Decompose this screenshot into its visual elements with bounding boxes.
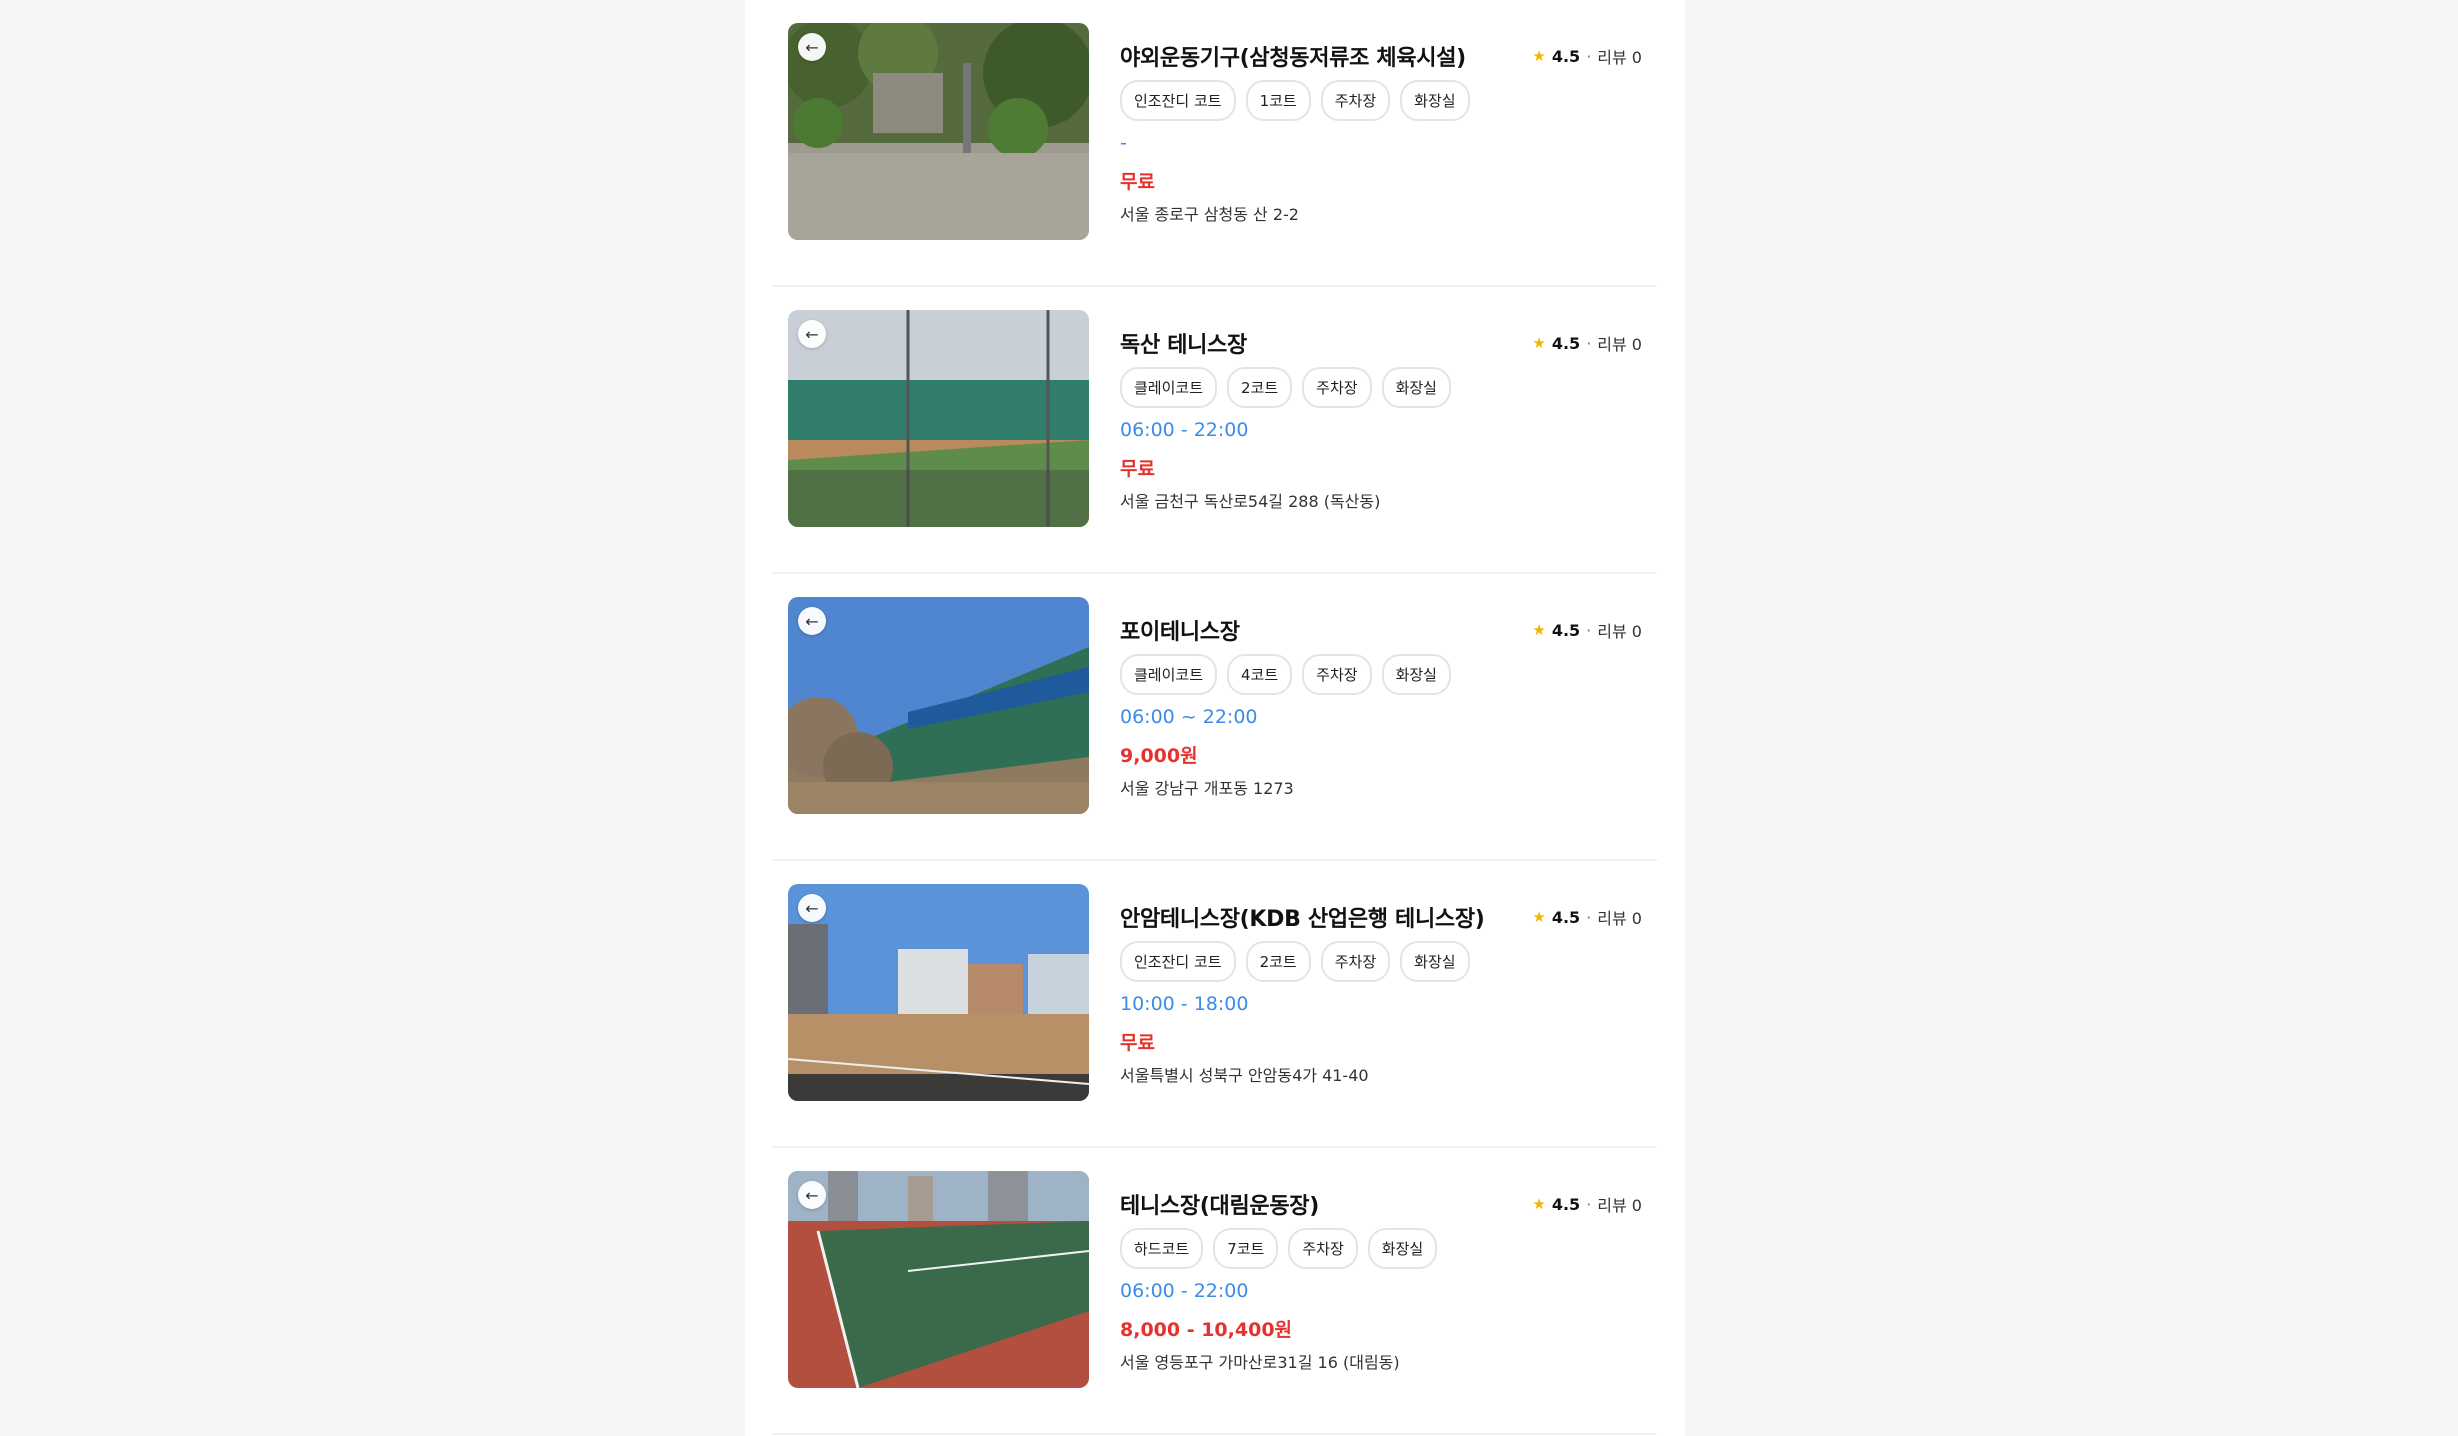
court-photo-park (788, 23, 1089, 240)
tag-court-count: 7코트 (1213, 1228, 1279, 1269)
tag-restroom: 화장실 (1381, 654, 1451, 695)
tag-surface: 클레이코트 (1120, 654, 1218, 695)
tag-court-count: 4코트 (1227, 654, 1293, 695)
rating-score: 4.5 (1551, 46, 1581, 66)
court-image[interactable]: ← (788, 310, 1089, 527)
court-card[interactable]: ← 독산 테니스장 ★ 4.5 · 리뷰 0 클레이코트 2코트 주차장 화장실… (773, 287, 1657, 574)
tag-parking: 주차장 (1320, 80, 1391, 121)
operating-hours: 06:00 - 22:00 (1120, 1280, 1249, 1302)
review-count: 리뷰 0 (1597, 48, 1642, 67)
court-title[interactable]: 야외운동기구(삼청동저류조 체육시설) (1120, 40, 1466, 72)
address: 서울 강남구 개포동 1273 (1120, 779, 1294, 798)
tag-parking: 주차장 (1288, 1228, 1358, 1269)
court-card[interactable]: ← 테니스장(대림운동장) ★ 4.5 · 리뷰 0 하드코트 7코트 주차장 … (773, 1148, 1657, 1435)
tag-court-count: 2코트 (1245, 941, 1311, 982)
tag-list: 하드코트 7코트 주차장 화장실 (1120, 1228, 1438, 1269)
star-icon: ★ (1532, 334, 1546, 352)
tag-list: 인조잔디 코트 2코트 주차장 화장실 (1120, 941, 1470, 982)
tag-list: 클레이코트 4코트 주차장 화장실 (1120, 654, 1451, 695)
tag-surface: 클레이코트 (1120, 367, 1218, 408)
court-list: ← 야외운동기구(삼청동저류조 체육시설) ★ 4.5 · 리뷰 0 인조잔디 … (773, 0, 1657, 1435)
price: 9,000원 (1120, 745, 1198, 767)
review-count: 리뷰 0 (1597, 622, 1642, 641)
tag-restroom: 화장실 (1400, 941, 1470, 982)
price: 무료 (1120, 1032, 1155, 1054)
court-image[interactable]: ← (788, 884, 1089, 1101)
tag-restroom: 화장실 (1381, 367, 1451, 408)
review-count: 리뷰 0 (1597, 909, 1642, 928)
tag-surface: 인조잔디 코트 (1120, 80, 1236, 121)
price: 8,000 - 10,400원 (1120, 1319, 1293, 1341)
review-count: 리뷰 0 (1597, 335, 1642, 354)
back-arrow-icon[interactable]: ← (798, 320, 826, 348)
court-title[interactable]: 포이테니스장 (1120, 614, 1240, 646)
court-image[interactable]: ← (788, 1171, 1089, 1388)
address: 서울특별시 성북구 안암동4가 41-40 (1120, 1066, 1369, 1085)
star-icon: ★ (1532, 621, 1546, 639)
review-count: 리뷰 0 (1597, 1196, 1642, 1215)
tag-court-count: 2코트 (1227, 367, 1293, 408)
court-card[interactable]: ← 안암테니스장(KDB 산업은행 테니스장) ★ 4.5 · 리뷰 0 인조잔… (773, 861, 1657, 1148)
tag-surface: 인조잔디 코트 (1120, 941, 1236, 982)
price: 무료 (1120, 458, 1155, 480)
court-photo-fence (788, 597, 1089, 814)
operating-hours: 06:00 - 22:00 (1120, 419, 1249, 441)
tag-list: 인조잔디 코트 1코트 주차장 화장실 (1120, 80, 1470, 121)
court-image[interactable]: ← (788, 23, 1089, 240)
address: 서울 금천구 독산로54길 288 (독산동) (1120, 492, 1381, 511)
separator-dot: · (1586, 46, 1592, 66)
court-photo-building (788, 884, 1089, 1101)
tag-restroom: 화장실 (1367, 1228, 1438, 1269)
rating-summary: ★ 4.5 · 리뷰 0 (1532, 618, 1642, 642)
star-icon: ★ (1532, 1195, 1546, 1213)
court-card[interactable]: ← 포이테니스장 ★ 4.5 · 리뷰 0 클레이코트 4코트 주차장 화장실 … (773, 574, 1657, 861)
address: 서울 종로구 삼청동 산 2-2 (1120, 205, 1299, 224)
rating-score: 4.5 (1551, 333, 1581, 353)
operating-hours: - (1120, 132, 1127, 154)
court-card[interactable]: ← 야외운동기구(삼청동저류조 체육시설) ★ 4.5 · 리뷰 0 인조잔디 … (773, 0, 1657, 287)
rating-summary: ★ 4.5 · 리뷰 0 (1532, 1192, 1642, 1216)
tag-parking: 주차장 (1302, 654, 1372, 695)
tag-list: 클레이코트 2코트 주차장 화장실 (1120, 367, 1451, 408)
tag-surface: 하드코트 (1120, 1228, 1204, 1269)
price: 무료 (1120, 171, 1155, 193)
tag-parking: 주차장 (1302, 367, 1372, 408)
separator-dot: · (1586, 907, 1592, 927)
back-arrow-icon[interactable]: ← (798, 894, 826, 922)
court-title[interactable]: 독산 테니스장 (1120, 327, 1247, 359)
court-photo-clay (788, 310, 1089, 527)
rating-score: 4.5 (1551, 1194, 1581, 1214)
tag-restroom: 화장실 (1400, 80, 1470, 121)
court-photo-hardcourt (788, 1171, 1089, 1388)
rating-summary: ★ 4.5 · 리뷰 0 (1532, 44, 1642, 68)
address: 서울 영등포구 가마산로31길 16 (대림동) (1120, 1353, 1400, 1372)
separator-dot: · (1586, 333, 1592, 353)
court-title[interactable]: 테니스장(대림운동장) (1120, 1188, 1319, 1220)
rating-summary: ★ 4.5 · 리뷰 0 (1532, 905, 1642, 929)
back-arrow-icon[interactable]: ← (798, 33, 826, 61)
star-icon: ★ (1532, 47, 1546, 65)
court-title[interactable]: 안암테니스장(KDB 산업은행 테니스장) (1120, 901, 1485, 933)
back-arrow-icon[interactable]: ← (798, 607, 826, 635)
back-arrow-icon[interactable]: ← (798, 1181, 826, 1209)
operating-hours: 06:00 ~ 22:00 (1120, 706, 1258, 728)
rating-score: 4.5 (1551, 907, 1581, 927)
separator-dot: · (1586, 1194, 1592, 1214)
tag-parking: 주차장 (1320, 941, 1391, 982)
separator-dot: · (1586, 620, 1592, 640)
operating-hours: 10:00 - 18:00 (1120, 993, 1249, 1015)
tag-court-count: 1코트 (1245, 80, 1311, 121)
rating-score: 4.5 (1551, 620, 1581, 640)
rating-summary: ★ 4.5 · 리뷰 0 (1532, 331, 1642, 355)
page-container: ← 야외운동기구(삼청동저류조 체육시설) ★ 4.5 · 리뷰 0 인조잔디 … (745, 0, 1685, 1436)
star-icon: ★ (1532, 908, 1546, 926)
court-image[interactable]: ← (788, 597, 1089, 814)
